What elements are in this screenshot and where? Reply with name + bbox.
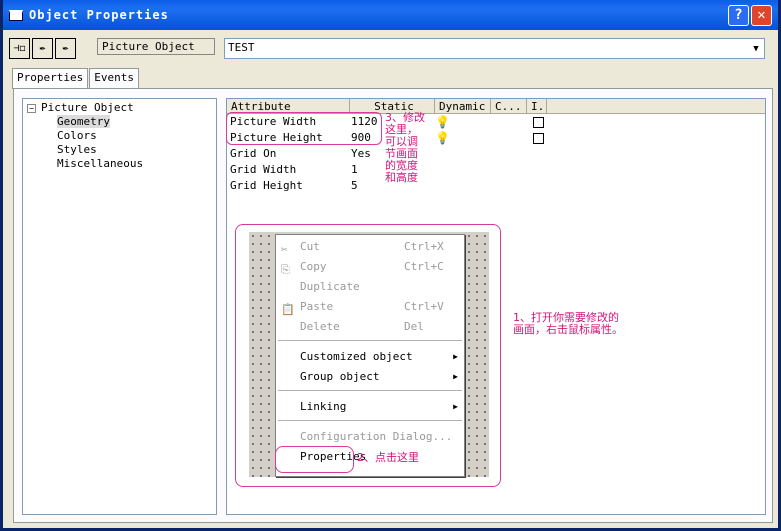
tree-node-root[interactable]: Picture Object — [41, 101, 134, 114]
submenu-arrow-icon: ▶ — [453, 352, 458, 361]
menu-label: Linking — [300, 400, 347, 413]
menu-shortcut: Del — [404, 320, 424, 333]
column-header-dynamic[interactable]: Dynamic — [435, 99, 491, 114]
submenu-arrow-icon: ▶ — [453, 372, 458, 381]
annotation-step2: 2、点击这里 — [357, 451, 419, 464]
annotation-step1: 1、打开你需要修改的 画面，右击鼠标属性。 — [513, 312, 623, 336]
lightbulb-icon[interactable]: 💡 — [435, 130, 450, 146]
toolbar: ⊣◻ ✒ ✒ Picture Object TEST ▼ — [3, 30, 778, 66]
menu-item-group-object[interactable]: Group object ▶ — [276, 367, 464, 387]
help-button[interactable]: ? — [728, 4, 749, 26]
menu-label: Cut — [300, 240, 320, 253]
menu-item-paste[interactable]: 📋 Paste Ctrl+V — [276, 297, 464, 317]
menu-label: Customized object — [300, 350, 413, 363]
tab-properties[interactable]: Properties — [12, 68, 89, 89]
column-header-c[interactable]: C... — [491, 99, 527, 114]
menu-separator — [278, 390, 462, 391]
menu-label: Duplicate — [300, 280, 360, 293]
object-type-label: Picture Object — [97, 38, 215, 55]
attribute-name: Grid Width — [230, 163, 297, 176]
checkbox[interactable] — [533, 117, 544, 128]
dialog-client: ⊣◻ ✒ ✒ Picture Object TEST ▼ Properties … — [3, 30, 778, 528]
menu-label: Delete — [300, 320, 340, 333]
context-menu: ✂ Cut Ctrl+X ⎘ Copy Ctrl+C Duplicate 📋 P… — [275, 234, 465, 477]
menu-item-configuration-dialog[interactable]: Configuration Dialog... — [276, 427, 464, 447]
menu-item-customized-object[interactable]: Customized object ▶ — [276, 347, 464, 367]
tree-node-colors[interactable]: Colors — [57, 129, 97, 142]
tree-node-styles[interactable]: Styles — [57, 143, 97, 156]
tab-strip: Properties Events — [12, 68, 140, 89]
column-header-i[interactable]: I. — [527, 99, 547, 114]
object-name-value: TEST — [228, 41, 255, 54]
menu-item-linking[interactable]: Linking ▶ — [276, 397, 464, 417]
tree-node-miscellaneous[interactable]: Miscellaneous — [57, 157, 143, 170]
menu-label: Configuration Dialog... — [300, 430, 453, 443]
menu-item-copy[interactable]: ⎘ Copy Ctrl+C — [276, 257, 464, 277]
annotation-step3: 3、修改 这里， 可以调 节画面 的宽度 和高度 — [385, 112, 425, 184]
properties-panel: − Picture Object Geometry Colors Styles … — [13, 88, 773, 523]
menu-label: Copy — [300, 260, 327, 273]
menu-item-cut[interactable]: ✂ Cut Ctrl+X — [276, 237, 464, 257]
submenu-arrow-icon: ▶ — [453, 402, 458, 411]
attribute-grid: Attribute Static Dynamic C... I. Picture… — [226, 98, 766, 515]
annotation-highlight-size — [226, 112, 382, 145]
menu-shortcut: Ctrl+C — [404, 260, 444, 273]
lightbulb-icon[interactable]: 💡 — [435, 114, 450, 130]
pin-icon[interactable]: ⊣◻ — [9, 38, 30, 59]
close-button[interactable]: ✕ — [751, 4, 772, 26]
chevron-down-icon[interactable]: ▼ — [749, 40, 763, 57]
attribute-name: Grid On — [230, 147, 277, 160]
menu-shortcut: Ctrl+V — [404, 300, 444, 313]
property-tree[interactable]: − Picture Object Geometry Colors Styles … — [22, 98, 217, 515]
menu-label: Group object — [300, 370, 380, 383]
tree-node-geometry[interactable]: Geometry — [57, 115, 110, 128]
attribute-value[interactable]: Yes — [351, 146, 371, 162]
annotation-line: 和高度 — [385, 171, 418, 184]
annotation-line: 画面，右击鼠标属性。 — [513, 323, 623, 336]
checkbox[interactable] — [533, 133, 544, 144]
object-name-combo[interactable]: TEST ▼ — [224, 38, 765, 59]
menu-item-duplicate[interactable]: Duplicate — [276, 277, 464, 297]
window-title: Object Properties — [29, 8, 169, 22]
menu-shortcut: Ctrl+X — [404, 240, 444, 253]
tab-events[interactable]: Events — [89, 68, 139, 88]
pick-all-icon[interactable]: ✒ — [55, 38, 76, 59]
collapse-icon[interactable]: − — [27, 104, 36, 113]
menu-label: Paste — [300, 300, 334, 313]
menu-item-delete[interactable]: Delete Del — [276, 317, 464, 337]
attribute-name: Grid Height — [230, 179, 303, 192]
annotation-highlight-properties — [275, 446, 354, 473]
title-bar[interactable]: Object Properties ? ✕ — [3, 0, 778, 30]
attribute-value[interactable]: 5 — [351, 178, 358, 194]
attribute-value[interactable]: 1 — [351, 162, 358, 178]
menu-separator — [278, 340, 462, 341]
window-icon — [9, 9, 23, 21]
object-properties-window: Object Properties ? ✕ ⊣◻ ✒ ✒ Picture Obj… — [0, 0, 781, 531]
menu-separator — [278, 420, 462, 421]
pick-icon[interactable]: ✒ — [32, 38, 53, 59]
